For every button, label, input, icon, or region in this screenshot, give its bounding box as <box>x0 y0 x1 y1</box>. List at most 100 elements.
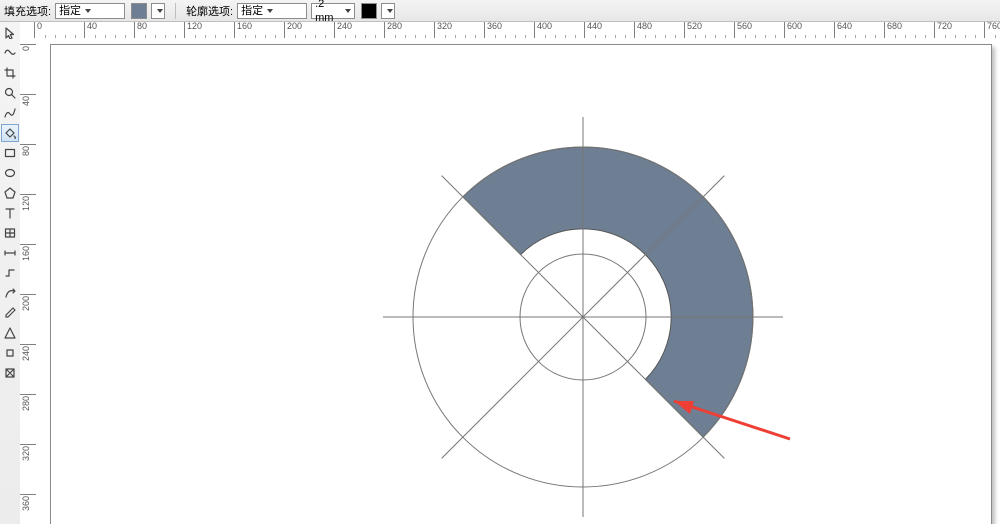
ruler-tick-label: 480 <box>637 22 652 31</box>
text-tool[interactable] <box>1 204 19 222</box>
ruler-tick: 120 <box>20 194 36 195</box>
ruler-tick: 40 <box>84 22 85 38</box>
ruler-tick-label: 200 <box>21 296 31 311</box>
ruler-tick: 0 <box>34 22 35 38</box>
ruler-tick: 680 <box>884 22 885 38</box>
freehand-tool[interactable] <box>1 104 19 122</box>
ruler-tick-label: 160 <box>237 22 252 31</box>
ruler-tick: 600 <box>784 22 785 38</box>
ruler-tick: 200 <box>284 22 285 38</box>
ruler-tick-label: 120 <box>187 22 202 31</box>
ruler-tick-label: 40 <box>21 96 31 106</box>
separator <box>175 3 176 19</box>
eyedropper-tool[interactable] <box>1 304 19 322</box>
ruler-tick: 360 <box>20 494 36 495</box>
ruler-tick-label: 80 <box>137 22 147 31</box>
ruler-tick: 480 <box>634 22 635 38</box>
outline-options-combo[interactable]: 指定 <box>237 3 307 19</box>
ruler-tick: 240 <box>20 344 36 345</box>
ruler-tick-label: 80 <box>21 146 31 156</box>
chevron-down-icon <box>345 9 351 13</box>
ruler-tick-label: 320 <box>21 446 31 461</box>
ruler-tick-label: 40 <box>87 22 97 31</box>
fill-color-swatch[interactable] <box>131 3 147 19</box>
rectangle-tool[interactable] <box>1 144 19 162</box>
ruler-tick: 0 <box>20 44 36 45</box>
fill-options-value: 指定 <box>59 4 81 18</box>
property-bar: 填充选项: 指定 轮廓选项: 指定 .2 mm <box>0 0 1000 22</box>
fill-options-combo[interactable]: 指定 <box>55 3 125 19</box>
ruler-tick-label: 0 <box>37 22 42 31</box>
ruler-tick-label: 680 <box>887 22 902 31</box>
ruler-tick: 360 <box>484 22 485 38</box>
ruler-tick-label: 440 <box>587 22 602 31</box>
crop-tool[interactable] <box>1 64 19 82</box>
ruler-tick: 40 <box>20 94 36 95</box>
ruler-tick-label: 0 <box>21 46 31 51</box>
outline-color-swatch[interactable] <box>361 3 377 19</box>
shape-radial-lines[interactable] <box>383 117 783 517</box>
ruler-tick: 320 <box>20 444 36 445</box>
ruler-tick: 400 <box>534 22 535 38</box>
ruler-tick-label: 160 <box>21 246 31 261</box>
outline-tool[interactable] <box>1 324 19 342</box>
chevron-down-icon <box>267 9 273 13</box>
chevron-down-icon <box>387 9 393 13</box>
ruler-tick: 280 <box>20 394 36 395</box>
drawing-canvas[interactable] <box>36 38 1000 524</box>
transparency-tool[interactable] <box>1 364 19 382</box>
ruler-tick: 560 <box>734 22 735 38</box>
ruler-tick: 320 <box>434 22 435 38</box>
ruler-tick: 760 <box>984 22 985 38</box>
ruler-tick: 160 <box>20 244 36 245</box>
ruler-tick: 520 <box>684 22 685 38</box>
ruler-tick: 80 <box>134 22 135 38</box>
outline-width-value: .2 mm <box>315 0 341 25</box>
fill-color-dropdown[interactable] <box>151 3 165 19</box>
polygon-tool[interactable] <box>1 184 19 202</box>
table-tool[interactable] <box>1 224 19 242</box>
outline-options-label: 轮廓选项: <box>186 3 233 19</box>
fill-options-label: 填充选项: <box>4 3 51 19</box>
ruler-tick-label: 400 <box>537 22 552 31</box>
outline-width-combo[interactable]: .2 mm <box>311 3 355 19</box>
ruler-tick-label: 240 <box>21 346 31 361</box>
ruler-tick: 80 <box>20 144 36 145</box>
chevron-down-icon <box>157 9 163 13</box>
ruler-tick: 160 <box>234 22 235 38</box>
ruler-tick: 720 <box>934 22 935 38</box>
ruler-tick-label: 360 <box>21 496 31 511</box>
chevron-down-icon <box>85 9 91 13</box>
zoom-tool[interactable] <box>1 84 19 102</box>
ruler-tick-label: 200 <box>287 22 302 31</box>
ruler-tick-label: 520 <box>687 22 702 31</box>
outline-color-dropdown[interactable] <box>381 3 395 19</box>
toolbox <box>0 22 21 524</box>
ruler-tick-label: 320 <box>437 22 452 31</box>
ruler-tick-label: 120 <box>21 196 31 211</box>
ruler-tick-label: 560 <box>737 22 752 31</box>
ruler-tick: 640 <box>834 22 835 38</box>
ruler-tick-label: 360 <box>487 22 502 31</box>
ruler-tick: 200 <box>20 294 36 295</box>
interactive-tool[interactable] <box>1 284 19 302</box>
connector-tool[interactable] <box>1 264 19 282</box>
drawing-content <box>50 44 990 524</box>
ruler-tick-label: 280 <box>387 22 402 31</box>
ruler-tick-label: 240 <box>337 22 352 31</box>
pick-tool[interactable] <box>1 24 19 42</box>
dimension-tool[interactable] <box>1 244 19 262</box>
ruler-tick-label: 720 <box>937 22 952 31</box>
ellipse-tool[interactable] <box>1 164 19 182</box>
ruler-tick: 440 <box>584 22 585 38</box>
outline-options-value: 指定 <box>241 4 263 18</box>
ruler-tick: 280 <box>384 22 385 38</box>
ruler-tick-label: 760 <box>987 22 1000 31</box>
ruler-tick-label: 600 <box>787 22 802 31</box>
smartfill-tool[interactable] <box>1 124 19 142</box>
ruler-tick-label: 280 <box>21 396 31 411</box>
shape-tool[interactable] <box>1 44 19 62</box>
ruler-horizontal: 0408012016020024028032036040044048052056… <box>20 22 1000 39</box>
ruler-tick-label: 640 <box>837 22 852 31</box>
fill-tool[interactable] <box>1 344 19 362</box>
